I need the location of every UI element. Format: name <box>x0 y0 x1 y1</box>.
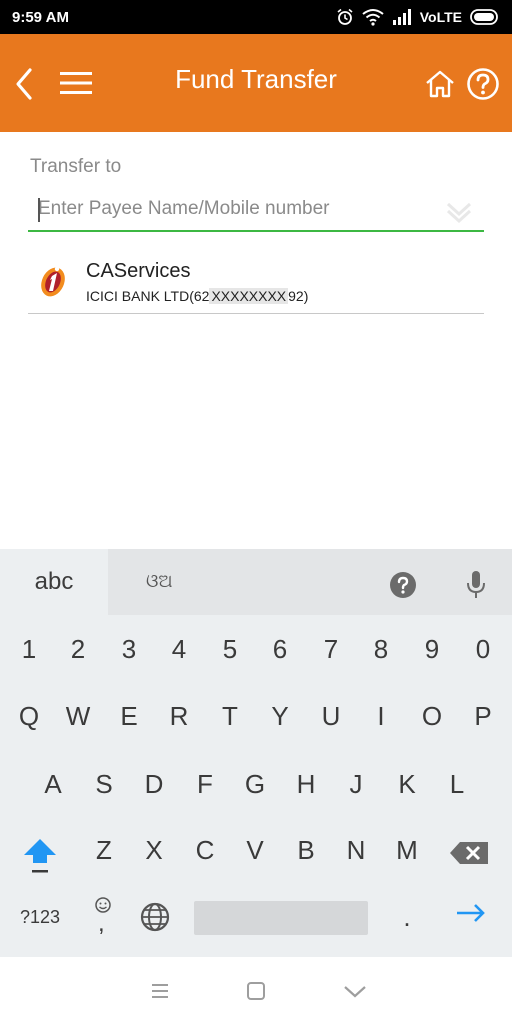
transfer-to-label: Transfer to <box>30 156 122 177</box>
home-button-icon[interactable] <box>242 977 270 1005</box>
back-nav-icon[interactable] <box>341 977 369 1005</box>
key-g[interactable]: G <box>230 759 280 809</box>
status-icons: VoLTE <box>336 8 500 26</box>
key-s[interactable]: S <box>79 759 129 809</box>
key-a[interactable]: A <box>28 759 78 809</box>
comma-label: , <box>98 910 105 937</box>
icici-logo <box>41 266 65 297</box>
key-z[interactable]: Z <box>79 825 129 875</box>
payee-list-item[interactable]: CAServices ICICI BANK LTD(62 XXXXXXXX 92) <box>28 254 484 314</box>
enter-arrow-icon[interactable] <box>446 888 496 938</box>
mic-icon[interactable] <box>464 569 488 601</box>
status-time: 9:59 AM <box>12 8 69 26</box>
status-bar: 9:59 AM VoLTE <box>0 0 512 34</box>
masked-account-digits: XXXXXXXX <box>209 288 289 304</box>
key-6[interactable]: 6 <box>255 624 305 674</box>
home-icon[interactable] <box>424 68 456 100</box>
space-bar[interactable] <box>194 901 368 935</box>
key-i[interactable]: I <box>356 691 406 741</box>
key-c[interactable]: C <box>180 825 230 875</box>
key-t[interactable]: T <box>205 691 255 741</box>
key-h[interactable]: H <box>281 759 331 809</box>
payee-account: ICICI BANK LTD(62 XXXXXXXX 92) <box>86 288 308 304</box>
globe-icon[interactable] <box>130 892 180 942</box>
period-key[interactable]: . <box>382 892 432 942</box>
wifi-icon <box>362 9 384 26</box>
key-q[interactable]: Q <box>4 691 54 741</box>
key-d[interactable]: D <box>129 759 179 809</box>
alarm-icon <box>337 8 353 25</box>
payee-name: CAServices <box>86 260 191 282</box>
key-m[interactable]: M <box>382 825 432 875</box>
key-3[interactable]: 3 <box>104 624 154 674</box>
soft-keyboard: abc ଓଅ 1 2 3 4 5 6 7 8 9 0 Q W E R T Y U… <box>0 549 512 957</box>
symbols-key[interactable]: ?123 <box>12 892 68 942</box>
key-f[interactable]: F <box>180 759 230 809</box>
key-b[interactable]: B <box>281 825 331 875</box>
key-e[interactable]: E <box>104 691 154 741</box>
app-header: Fund Transfer <box>0 34 512 132</box>
keyboard-help-icon[interactable] <box>389 571 417 599</box>
key-9[interactable]: 9 <box>407 624 457 674</box>
key-y[interactable]: Y <box>255 691 305 741</box>
key-k[interactable]: K <box>382 759 432 809</box>
key-w[interactable]: W <box>53 691 103 741</box>
key-5[interactable]: 5 <box>205 624 255 674</box>
key-x[interactable]: X <box>129 825 179 875</box>
key-7[interactable]: 7 <box>306 624 356 674</box>
keyboard-script-switch[interactable]: ଓଅ <box>146 571 173 592</box>
key-n[interactable]: N <box>331 825 381 875</box>
backspace-icon[interactable] <box>446 828 496 878</box>
payee-search-field <box>28 190 484 232</box>
key-o[interactable]: O <box>407 691 457 741</box>
recent-apps-icon[interactable] <box>146 977 174 1005</box>
system-nav-bar <box>0 957 512 1024</box>
help-icon[interactable] <box>466 67 500 101</box>
network-label: VoLTE <box>419 9 462 25</box>
shift-icon[interactable] <box>15 829 65 879</box>
key-4[interactable]: 4 <box>154 624 204 674</box>
key-l[interactable]: L <box>432 759 482 809</box>
keyboard-mode-abc[interactable]: abc <box>0 549 108 615</box>
key-p[interactable]: P <box>458 691 508 741</box>
text-caret <box>38 198 40 222</box>
chevron-down-icon[interactable] <box>442 196 476 226</box>
key-1[interactable]: 1 <box>4 624 54 674</box>
keyboard-toolbar: abc ଓଅ <box>0 549 512 615</box>
key-2[interactable]: 2 <box>53 624 103 674</box>
key-r[interactable]: R <box>154 691 204 741</box>
battery-icon <box>470 9 498 25</box>
key-j[interactable]: J <box>331 759 381 809</box>
payee-bank: ICICI BANK LTD(62 <box>86 288 210 304</box>
account-suffix: 92) <box>288 288 309 304</box>
signal-icon <box>392 9 411 25</box>
key-8[interactable]: 8 <box>356 624 406 674</box>
payee-search-input[interactable] <box>38 198 438 220</box>
key-v[interactable]: V <box>230 825 280 875</box>
key-0[interactable]: 0 <box>458 624 508 674</box>
emoji-comma-key[interactable]: , <box>80 892 126 942</box>
key-u[interactable]: U <box>306 691 356 741</box>
